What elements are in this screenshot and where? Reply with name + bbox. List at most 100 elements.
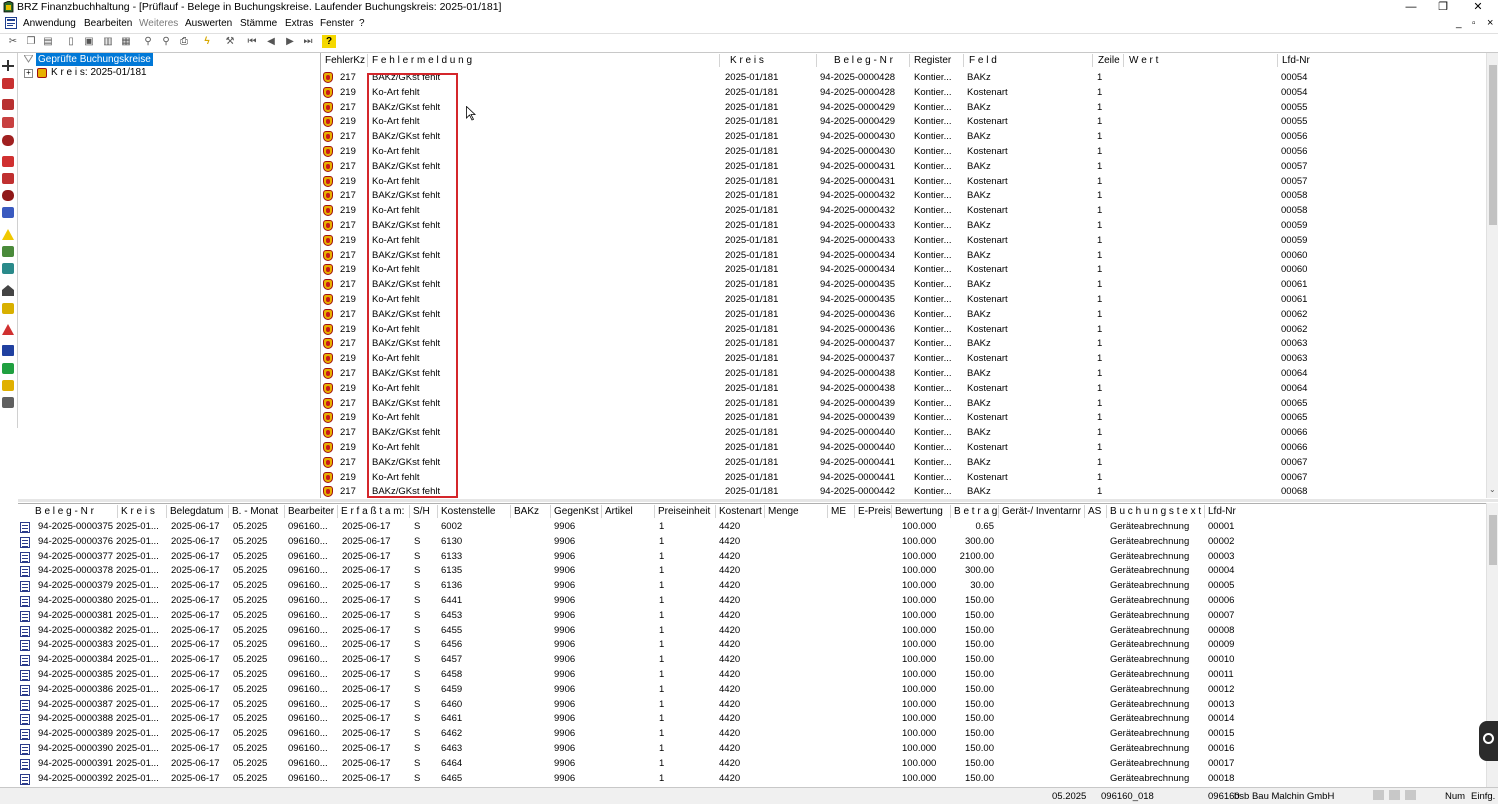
col-header-s-h[interactable]: S/H bbox=[413, 506, 430, 517]
strip-tool-5-icon[interactable] bbox=[2, 135, 14, 146]
error-row[interactable]: 219 Ko-Art fehlt 2025-01/181 94-2025-000043… bbox=[321, 234, 1487, 249]
error-row[interactable]: 219 Ko-Art fehlt 2025-01/181 94-2025-000043… bbox=[321, 175, 1487, 190]
pane-splitter[interactable] bbox=[18, 499, 1498, 502]
col-header-lfd-nr[interactable]: Lfd-Nr bbox=[1282, 55, 1310, 66]
prev-record-icon[interactable]: ◀ bbox=[264, 35, 278, 48]
last-record-icon[interactable]: ⏭ bbox=[301, 35, 315, 48]
error-row[interactable]: 217 BAKz/GKst fehlt 2025-01/181 94-2025-000… bbox=[321, 101, 1487, 116]
col-header-me[interactable]: ME bbox=[831, 506, 846, 517]
help-icon[interactable]: ? bbox=[322, 35, 336, 48]
next-record-icon[interactable]: ▶ bbox=[283, 35, 297, 48]
col-header-wert[interactable]: W e r t bbox=[1129, 55, 1158, 66]
col-header-fehlerkz[interactable]: FehlerKz bbox=[325, 55, 365, 66]
error-row[interactable]: 217 BAKz/GKst fehlt 2025-01/181 94-2025-000… bbox=[321, 71, 1487, 86]
copy-icon[interactable]: ❐ bbox=[24, 35, 38, 48]
error-row[interactable]: 219 Ko-Art fehlt 2025-01/181 94-2025-000043… bbox=[321, 323, 1487, 338]
menu-anwendung[interactable]: Anwendung bbox=[23, 18, 76, 29]
voucher-row[interactable]: 94-2025-0000380 2025-01... 2025-06-17 05.20… bbox=[18, 594, 1486, 609]
error-row[interactable]: 219 Ko-Art fehlt 2025-01/181 94-2025-000043… bbox=[321, 293, 1487, 308]
child-restore-button[interactable]: ▫ bbox=[1472, 18, 1476, 29]
col-header-fehlermeldung[interactable]: F e h l e r m e l d u n g bbox=[372, 55, 472, 66]
child-minimize-button[interactable]: _ bbox=[1456, 18, 1462, 29]
error-grid-scroll-thumb[interactable] bbox=[1489, 65, 1497, 225]
error-row[interactable]: 219 Ko-Art fehlt 2025-01/181 94-2025-000043… bbox=[321, 411, 1487, 426]
voucher-row[interactable]: 94-2025-0000391 2025-01... 2025-06-17 05.20… bbox=[18, 757, 1486, 772]
strip-tool-4-icon[interactable] bbox=[2, 117, 14, 128]
voucher-row[interactable]: 94-2025-0000389 2025-01... 2025-06-17 05.20… bbox=[18, 727, 1486, 742]
error-grid-scrollbar[interactable]: ⌄ bbox=[1486, 53, 1498, 498]
strip-tool-11-icon[interactable] bbox=[2, 246, 14, 257]
voucher-row[interactable]: 94-2025-0000376 2025-01... 2025-06-17 05.20… bbox=[18, 535, 1486, 550]
child-close-button[interactable]: × bbox=[1487, 17, 1493, 29]
document-window-icon[interactable] bbox=[5, 17, 17, 29]
find-icon[interactable]: ⚲ bbox=[141, 35, 155, 48]
paste-icon[interactable]: ▤ bbox=[41, 35, 55, 48]
col-header-bearbeiter[interactable]: Bearbeiter bbox=[288, 506, 334, 517]
col-header-feld[interactable]: F e l d bbox=[969, 55, 997, 66]
error-row[interactable]: 219 Ko-Art fehlt 2025-01/181 94-2025-000043… bbox=[321, 145, 1487, 160]
col-header-beleg-nr[interactable]: B e l e g - N r bbox=[35, 506, 94, 517]
col-header-preiseinheit[interactable]: Preiseinheit bbox=[658, 506, 710, 517]
col-header-erfasst-am[interactable]: E r f a ß t a m: bbox=[341, 506, 404, 517]
restore-button[interactable]: ❐ bbox=[1428, 0, 1458, 14]
error-row[interactable]: 217 BAKz/GKst fehlt 2025-01/181 94-2025-000… bbox=[321, 219, 1487, 234]
strip-tool-18-icon[interactable] bbox=[2, 380, 14, 391]
col-header-kreis[interactable]: K r e i s bbox=[121, 506, 155, 517]
voucher-row[interactable]: 94-2025-0000386 2025-01... 2025-06-17 05.20… bbox=[18, 683, 1486, 698]
cut-icon[interactable]: ✂ bbox=[6, 35, 20, 48]
voucher-row[interactable]: 94-2025-0000379 2025-01... 2025-06-17 05.20… bbox=[18, 579, 1486, 594]
error-row[interactable]: 217 BAKz/GKst fehlt 2025-01/181 94-2025-000… bbox=[321, 308, 1487, 323]
col-header-menge[interactable]: Menge bbox=[768, 506, 799, 517]
menu-staemme[interactable]: Stämme bbox=[240, 18, 277, 29]
menu-auswerten[interactable]: Auswerten bbox=[185, 18, 232, 29]
col-header-lfd-nr[interactable]: Lfd-Nr bbox=[1208, 506, 1236, 517]
voucher-row[interactable]: 94-2025-0000375 2025-01... 2025-06-17 05.20… bbox=[18, 520, 1486, 535]
voucher-row[interactable]: 94-2025-0000390 2025-01... 2025-06-17 05.20… bbox=[18, 742, 1486, 757]
error-row[interactable]: 219 Ko-Art fehlt 2025-01/181 94-2025-000043… bbox=[321, 263, 1487, 278]
error-row[interactable]: 217 BAKz/GKst fehlt 2025-01/181 94-2025-000… bbox=[321, 426, 1487, 441]
duplicate-icon[interactable]: ▦ bbox=[119, 35, 133, 48]
col-header-artikel[interactable]: Artikel bbox=[605, 506, 633, 517]
menu-help[interactable]: ? bbox=[359, 18, 365, 29]
error-row[interactable]: 217 BAKz/GKst fehlt 2025-01/181 94-2025-000… bbox=[321, 160, 1487, 175]
error-row[interactable]: 219 Ko-Art fehlt 2025-01/181 94-2025-000044… bbox=[321, 441, 1487, 456]
strip-tool-6-icon[interactable] bbox=[2, 156, 14, 167]
wrench-icon[interactable]: ⚒ bbox=[223, 35, 237, 48]
error-row[interactable]: 217 BAKz/GKst fehlt 2025-01/181 94-2025-000… bbox=[321, 456, 1487, 471]
menu-weiteres[interactable]: Weiteres bbox=[139, 18, 178, 29]
error-row[interactable]: 219 Ko-Art fehlt 2025-01/181 94-2025-000043… bbox=[321, 352, 1487, 367]
voucher-row[interactable]: 94-2025-0000381 2025-01... 2025-06-17 05.20… bbox=[18, 609, 1486, 624]
menu-fenster[interactable]: Fenster bbox=[320, 18, 354, 29]
strip-tool-2-icon[interactable] bbox=[2, 78, 14, 89]
delete-icon[interactable]: ▥ bbox=[101, 35, 115, 48]
col-header-kostenstelle[interactable]: Kostenstelle bbox=[441, 506, 495, 517]
error-row[interactable]: 219 Ko-Art fehlt 2025-01/181 94-2025-000044… bbox=[321, 471, 1487, 486]
error-row[interactable]: 217 BAKz/GKst fehlt 2025-01/181 94-2025-000… bbox=[321, 130, 1487, 145]
voucher-row[interactable]: 94-2025-0000383 2025-01... 2025-06-17 05.20… bbox=[18, 638, 1486, 653]
col-header-belegdatum[interactable]: Belegdatum bbox=[170, 506, 223, 517]
col-header-kostenart[interactable]: Kostenart bbox=[719, 506, 762, 517]
save-icon[interactable]: ▣ bbox=[82, 35, 96, 48]
side-dock-tab[interactable] bbox=[1479, 721, 1498, 761]
error-row[interactable]: 219 Ko-Art fehlt 2025-01/181 94-2025-000042… bbox=[321, 86, 1487, 101]
voucher-row[interactable]: 94-2025-0000387 2025-01... 2025-06-17 05.20… bbox=[18, 698, 1486, 713]
col-header-buchungstext[interactable]: B u c h u n g s t e x t bbox=[1110, 506, 1201, 517]
minimize-button[interactable]: — bbox=[1396, 0, 1426, 14]
error-row[interactable]: 217 BAKz/GKst fehlt 2025-01/181 94-2025-000… bbox=[321, 249, 1487, 264]
tree-root-item[interactable]: Geprüfte Buchungskreise bbox=[36, 53, 153, 66]
strip-tool-9-icon[interactable] bbox=[2, 207, 14, 218]
first-record-icon[interactable]: ⏮ bbox=[245, 35, 259, 48]
strip-tool-16-icon[interactable] bbox=[2, 345, 14, 356]
col-header-as[interactable]: AS bbox=[1088, 506, 1101, 517]
col-header-bakz[interactable]: BAKz bbox=[514, 506, 539, 517]
tree-kreis-item[interactable]: K r e i s: 2025-01/181 bbox=[51, 67, 147, 78]
strip-tool-19-icon[interactable] bbox=[2, 397, 14, 408]
voucher-row[interactable]: 94-2025-0000392 2025-01... 2025-06-17 05.20… bbox=[18, 772, 1486, 787]
col-header-betrag[interactable]: B e t r a g bbox=[954, 506, 997, 517]
error-row[interactable]: 219 Ko-Art fehlt 2025-01/181 94-2025-000043… bbox=[321, 382, 1487, 397]
tree-expand-icon[interactable]: + bbox=[24, 69, 33, 78]
col-header-geraet-inventarnr[interactable]: Gerät-/ Inventarnr bbox=[1002, 506, 1081, 517]
strip-tool-8-icon[interactable] bbox=[2, 190, 14, 201]
voucher-row[interactable]: 94-2025-0000382 2025-01... 2025-06-17 05.20… bbox=[18, 624, 1486, 639]
error-row[interactable]: 219 Ko-Art fehlt 2025-01/181 94-2025-000042… bbox=[321, 115, 1487, 130]
